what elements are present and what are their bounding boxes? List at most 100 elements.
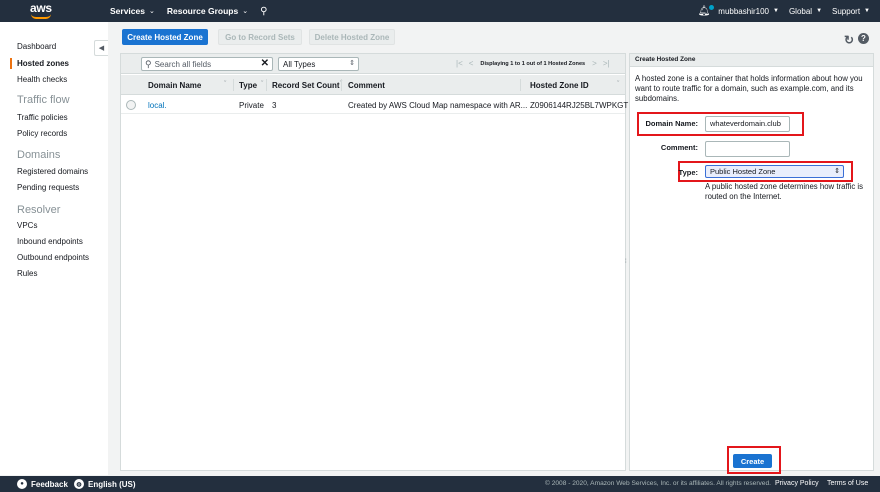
top-navigation-bar: aws Services ⌄ Resource Groups ⌄ ⚲ 🔔︎ mu… xyxy=(0,0,880,22)
filter-bar: ⚲ Search all fields ✕ All Types ⇕ |< < D… xyxy=(121,54,625,74)
sidebar: Dashboard Hosted zones Health checks Tra… xyxy=(0,22,108,475)
record-set-count: 3 xyxy=(272,101,277,110)
chevron-down-icon: ⌄ xyxy=(148,8,155,15)
column-divider xyxy=(266,79,267,91)
type-filter-select[interactable]: All Types ⇕ xyxy=(278,57,359,71)
support-label: Support xyxy=(832,6,861,16)
resource-groups-menu[interactable]: Resource Groups ⌄ xyxy=(167,6,248,16)
previous-page-icon[interactable]: < xyxy=(469,59,474,68)
column-label: Domain Name xyxy=(148,81,202,90)
feedback-link[interactable]: ● Feedback xyxy=(17,479,68,489)
speech-bubble-icon: ● xyxy=(17,479,27,489)
pin-icon[interactable]: ⚲ xyxy=(260,6,267,17)
notification-dot xyxy=(709,4,715,10)
terms-of-use-link[interactable]: Terms of Use xyxy=(827,480,868,487)
column-header-comment[interactable]: Comment xyxy=(348,81,385,90)
row-select-radio[interactable] xyxy=(126,100,136,110)
feedback-label: Feedback xyxy=(31,479,68,489)
table-header: Domain Nameˇ Typeˇ Record Set Countˇ Com… xyxy=(121,75,625,95)
chevron-down-icon: ▼ xyxy=(772,8,779,14)
chevron-down-icon: ▼ xyxy=(864,8,870,14)
chevron-down-icon: ⌄ xyxy=(242,8,249,15)
create-hosted-zone-button[interactable]: Create Hosted Zone xyxy=(122,29,208,45)
column-header-record-set-count[interactable]: Record Set Countˇ xyxy=(272,81,342,90)
go-to-record-sets-button[interactable]: Go to Record Sets xyxy=(218,29,302,45)
type-select-value: Public Hosted Zone xyxy=(710,167,776,176)
comment-field[interactable] xyxy=(705,141,790,157)
column-label: Type xyxy=(239,81,258,90)
type-select[interactable]: Public Hosted Zone ⇕ xyxy=(705,165,844,178)
column-label: Hosted Zone ID xyxy=(530,81,589,90)
services-menu[interactable]: Services ⌄ xyxy=(110,6,155,16)
delete-hosted-zone-button[interactable]: Delete Hosted Zone xyxy=(309,29,395,45)
column-divider xyxy=(341,79,342,91)
region-menu[interactable]: Global ▼ xyxy=(789,7,822,16)
account-label: mubbashir100 xyxy=(718,6,769,16)
type-label: Type: xyxy=(678,168,698,177)
sidebar-item-vpcs[interactable]: VPCs xyxy=(17,221,37,230)
sidebar-item-rules[interactable]: Rules xyxy=(17,269,37,278)
copyright-text: © 2008 - 2020, Amazon Web Services, Inc.… xyxy=(545,480,771,487)
sort-icon: ˇ xyxy=(224,81,227,88)
footer: ● Feedback ◍ English (US) © 2008 - 2020,… xyxy=(0,476,880,492)
type-filter-value: All Types xyxy=(283,59,316,69)
sidebar-item-inbound-endpoints[interactable]: Inbound endpoints xyxy=(17,237,83,246)
next-page-icon[interactable]: > xyxy=(592,59,597,68)
sidebar-item-policy-records[interactable]: Policy records xyxy=(17,129,67,138)
sort-icon: ˇ xyxy=(617,81,620,88)
aws-logo[interactable]: aws xyxy=(30,0,70,22)
privacy-policy-link[interactable]: Privacy Policy xyxy=(775,480,819,487)
search-placeholder: Search all fields xyxy=(154,59,212,69)
column-header-hosted-zone-id[interactable]: Hosted Zone ID ˇ xyxy=(530,81,619,90)
clear-search-icon[interactable]: ✕ xyxy=(261,58,269,69)
create-button[interactable]: Create xyxy=(733,454,772,468)
sidebar-item-registered-domains[interactable]: Registered domains xyxy=(17,167,88,176)
select-arrows-icon: ⇕ xyxy=(349,60,355,67)
panel-description: A hosted zone is a container that holds … xyxy=(635,74,863,103)
zone-comment: Created by AWS Cloud Map namespace with … xyxy=(348,101,528,110)
column-label: Record Set Count xyxy=(272,81,340,90)
sidebar-item-hosted-zones[interactable]: Hosted zones xyxy=(17,59,69,68)
active-indicator xyxy=(10,58,12,69)
chevron-down-icon: ▼ xyxy=(816,8,823,14)
support-menu[interactable]: Support ▼ xyxy=(832,7,870,16)
search-icon: ⚲ xyxy=(145,58,152,69)
column-label: Comment xyxy=(348,81,385,90)
first-page-icon[interactable]: |< xyxy=(456,59,463,68)
panel-title: Create Hosted Zone xyxy=(630,54,873,67)
language-label: English (US) xyxy=(88,479,136,489)
account-menu[interactable]: mubbashir100 ▼ xyxy=(718,7,779,16)
collapse-sidebar-button[interactable]: ◀ xyxy=(94,40,108,56)
sidebar-item-dashboard[interactable]: Dashboard xyxy=(17,42,56,51)
services-label: Services xyxy=(110,6,145,16)
domain-name-label: Domain Name: xyxy=(645,119,698,128)
sidebar-item-pending-requests[interactable]: Pending requests xyxy=(17,183,79,192)
sidebar-item-health-checks[interactable]: Health checks xyxy=(17,75,67,84)
aws-logo-smile-icon xyxy=(31,14,51,19)
search-input[interactable]: ⚲ Search all fields ✕ xyxy=(141,57,273,71)
type-help-text: A public hosted zone determines how traf… xyxy=(705,182,864,201)
refresh-icon[interactable]: ↻ xyxy=(844,33,854,47)
select-arrows-icon: ⇕ xyxy=(834,168,840,175)
notifications-bell-icon[interactable]: 🔔︎ xyxy=(698,4,715,17)
resize-handle[interactable]: ⁞ xyxy=(625,259,627,265)
column-header-type[interactable]: Type ˇ xyxy=(239,81,263,90)
help-icon[interactable]: ? xyxy=(858,33,869,44)
sidebar-item-outbound-endpoints[interactable]: Outbound endpoints xyxy=(17,253,89,262)
sidebar-item-traffic-policies[interactable]: Traffic policies xyxy=(17,113,68,122)
column-divider xyxy=(233,79,234,91)
domain-name-field[interactable]: whateverdomain.club xyxy=(705,116,790,132)
sidebar-heading-resolver: Resolver xyxy=(17,204,61,216)
column-header-domain-name[interactable]: Domain Name ˇ xyxy=(148,81,226,90)
last-page-icon[interactable]: >| xyxy=(603,59,610,68)
sort-icon: ˇ xyxy=(261,81,264,88)
language-selector[interactable]: ◍ English (US) xyxy=(74,479,136,489)
table-row[interactable]: local. Private 3 Created by AWS Cloud Ma… xyxy=(121,96,629,114)
pagination-text: Displaying 1 to 1 out of 1 Hosted Zones xyxy=(480,60,586,67)
domain-name-link[interactable]: local. xyxy=(148,101,167,110)
sidebar-heading-domains: Domains xyxy=(17,149,61,161)
column-divider xyxy=(520,79,521,91)
region-label: Global xyxy=(788,6,813,16)
globe-icon: ◍ xyxy=(74,479,84,489)
hosted-zone-id: Z0906144RJ25BL7WPKGT xyxy=(530,101,629,110)
